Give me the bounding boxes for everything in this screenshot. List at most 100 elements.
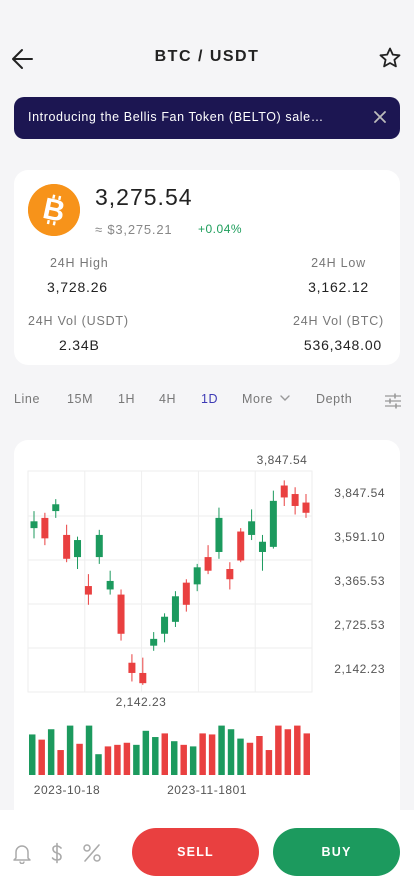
x-tick-label: 2023-11-1801 xyxy=(167,783,247,797)
candle-body xyxy=(226,569,234,580)
volume-bar xyxy=(237,738,244,775)
vol-btc-label: 24H Vol (BTC) xyxy=(293,314,384,328)
candle-body xyxy=(248,521,256,535)
volume-bar xyxy=(256,736,263,775)
candle-body xyxy=(139,672,147,684)
tab-line[interactable]: Line xyxy=(14,392,40,406)
vol-usdt-value: 2.34B xyxy=(59,337,100,353)
chart-card: 3,847.54 3,591.10 3,365.53 2,725.53 2,142.23… xyxy=(14,440,400,810)
chevron-down-icon xyxy=(280,395,290,401)
volume-bar xyxy=(85,725,93,775)
volume-bar xyxy=(303,733,310,775)
y-tick-label: 2,142.23 xyxy=(334,662,385,676)
volume-bar xyxy=(199,733,206,775)
candle-body xyxy=(128,662,136,673)
volume-bar xyxy=(95,754,102,775)
candle-body xyxy=(258,541,266,552)
tab-1h[interactable]: 1H xyxy=(118,392,135,406)
volume-bar xyxy=(208,734,216,775)
candle-body xyxy=(291,494,299,506)
high-value: 3,728.26 xyxy=(47,279,108,295)
volume-bar xyxy=(29,734,36,775)
header: BTC / USDT xyxy=(0,0,414,110)
volume-bar xyxy=(123,742,131,775)
volume-bar xyxy=(171,741,178,775)
y-tick-label: 3,847.54 xyxy=(334,486,385,500)
y-tick-label: 2,725.53 xyxy=(334,618,385,632)
y-tick-label: 3,365.53 xyxy=(334,574,385,588)
volume-bar xyxy=(284,729,292,775)
candle-body xyxy=(204,557,212,571)
banner-text: Introducing the Bellis Fan Token (BELTO)… xyxy=(28,110,324,124)
candle-body xyxy=(117,594,125,634)
candle-body xyxy=(237,531,245,561)
last-price: 3,275.54 xyxy=(95,184,193,210)
fiat-price: ≈ $3,275.21 xyxy=(95,222,173,237)
volume-bar xyxy=(66,725,74,775)
dollar-icon[interactable] xyxy=(46,842,68,864)
candle-body xyxy=(171,596,179,622)
bitcoin-icon: B xyxy=(28,184,80,236)
vol-btc-value: 536,348.00 xyxy=(303,337,382,353)
volume-bar xyxy=(114,744,121,775)
volume-bar xyxy=(189,746,197,775)
volume-bar xyxy=(218,725,225,775)
page-title: BTC / USDT xyxy=(154,48,260,65)
volume-bar xyxy=(265,750,273,775)
volume-bar xyxy=(152,737,159,775)
candle-body xyxy=(106,580,114,590)
x-tick-label: 2023-10-18 xyxy=(34,783,100,797)
volume-bar xyxy=(246,742,254,775)
candle-body xyxy=(302,502,310,513)
volume-bar xyxy=(133,744,140,775)
volume-bar xyxy=(161,733,168,775)
candle-body xyxy=(30,521,38,529)
plot-frame xyxy=(27,470,313,693)
volume-bar xyxy=(294,725,301,775)
tab-depth[interactable]: Depth xyxy=(316,392,352,406)
volume-bar xyxy=(227,729,235,775)
candle-body xyxy=(280,485,288,498)
tab-1d[interactable]: 1D xyxy=(201,392,218,406)
candle-body xyxy=(95,534,103,558)
candle-body xyxy=(63,534,71,559)
ticker-card: B 3,275.54 ≈ $3,275.21 +0.04% 24H High 3… xyxy=(14,170,400,365)
max-price-label: 3,847.54 xyxy=(257,453,308,467)
high-label: 24H High xyxy=(50,256,109,270)
candle-body xyxy=(269,500,277,547)
low-label: 24H Low xyxy=(311,256,366,270)
tab-more-label: More xyxy=(242,392,273,406)
candle-body xyxy=(74,540,82,558)
candle-body xyxy=(182,582,190,605)
price-change: +0.04% xyxy=(198,222,243,236)
bottom-bar: SELL BUY xyxy=(0,810,414,896)
candle-body xyxy=(161,616,169,634)
y-tick-label: 3,591.10 xyxy=(334,530,385,544)
tab-more[interactable]: More xyxy=(242,392,291,406)
volume-bar xyxy=(275,725,282,775)
candlestick-chart[interactable]: 3,847.54 3,591.10 3,365.53 2,725.53 2,142.23… xyxy=(14,440,400,810)
sell-button[interactable]: SELL xyxy=(132,828,259,876)
min-price-label: 2,142.23 xyxy=(116,695,167,709)
low-value: 3,162.12 xyxy=(308,279,369,295)
bell-icon[interactable] xyxy=(11,842,33,864)
vol-usdt-label: 24H Vol (USDT) xyxy=(28,314,129,328)
percent-icon[interactable] xyxy=(81,842,103,864)
star-icon[interactable] xyxy=(378,46,402,70)
volume-bar xyxy=(180,744,187,775)
candle-body xyxy=(150,638,158,646)
announcement-banner[interactable]: Introducing the Bellis Fan Token (BELTO)… xyxy=(14,97,400,139)
volume-bar xyxy=(142,730,150,775)
volume-bar xyxy=(57,750,64,775)
volume-bar xyxy=(104,746,112,775)
tab-15m[interactable]: 15M xyxy=(67,392,93,406)
candle-body xyxy=(215,517,223,552)
close-icon[interactable] xyxy=(372,109,388,125)
candle-body xyxy=(193,567,201,585)
buy-button[interactable]: BUY xyxy=(273,828,400,876)
volume-bar xyxy=(38,739,45,775)
volume-bar xyxy=(76,743,83,775)
sliders-icon[interactable] xyxy=(384,392,402,410)
tab-4h[interactable]: 4H xyxy=(159,392,176,406)
candle-body xyxy=(84,586,92,595)
